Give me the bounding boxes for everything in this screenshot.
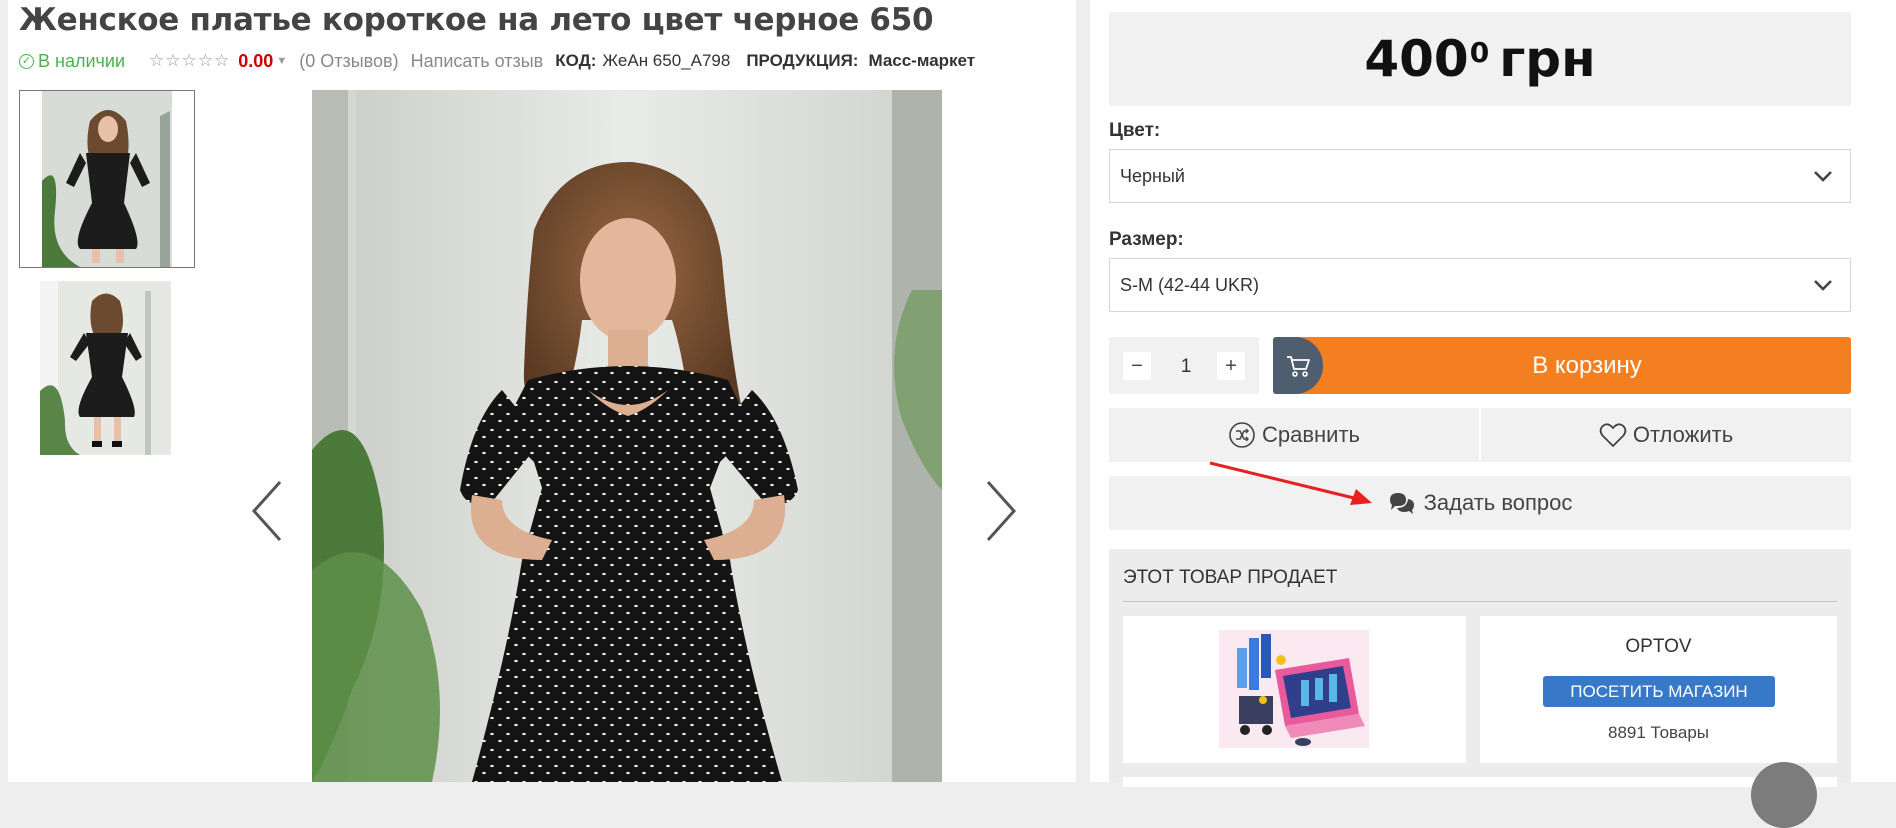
- seller-logo-card[interactable]: [1123, 616, 1466, 763]
- color-select-value: Черный: [1120, 165, 1185, 186]
- product-title: Женское платье короткое на лето цвет чер…: [19, 2, 934, 38]
- add-to-cart-button[interactable]: В корзину: [1273, 337, 1851, 394]
- gallery-next-button[interactable]: [980, 478, 1020, 544]
- star-outline-icon: ☆: [149, 51, 166, 70]
- quantity-decrease-button[interactable]: −: [1123, 352, 1151, 380]
- main-product-photo[interactable]: [312, 90, 942, 782]
- product-photo-image: [312, 90, 942, 782]
- rating-stars[interactable]: ☆☆☆☆☆: [149, 51, 230, 71]
- color-label: Цвет:: [1109, 120, 1161, 141]
- seller-info-card: OPTOV ПОСЕТИТЬ МАГАЗИН 8891 Товары: [1480, 616, 1837, 763]
- price-decimal: 0: [1469, 36, 1490, 69]
- quantity-input[interactable]: [1159, 352, 1213, 382]
- size-label: Размер:: [1109, 229, 1184, 250]
- thumbnail-front[interactable]: [19, 90, 195, 268]
- gallery-prev-button[interactable]: [248, 478, 288, 544]
- size-select[interactable]: S-M (42-44 UKR): [1109, 258, 1851, 312]
- rating-value[interactable]: 0.00: [238, 51, 273, 72]
- seller-next-card: [1123, 777, 1837, 787]
- shop-name[interactable]: OPTOV: [1480, 636, 1837, 658]
- write-review-link[interactable]: Написать отзыв: [411, 51, 544, 72]
- shuffle-icon: [1229, 422, 1255, 448]
- size-select-value: S-M (42-44 UKR): [1120, 274, 1260, 295]
- chevron-left-icon: [251, 480, 282, 542]
- star-outline-icon: ☆: [197, 51, 215, 70]
- wishlist-button[interactable]: Отложить: [1481, 408, 1851, 462]
- compare-button[interactable]: Сравнить: [1109, 408, 1479, 462]
- price-currency: грн: [1499, 30, 1596, 88]
- thumbnail-back[interactable]: [40, 281, 171, 455]
- chevron-down-icon: [1814, 280, 1832, 291]
- production-value[interactable]: Масс-маркет: [868, 51, 975, 71]
- shopping-cart-icon: [1287, 355, 1310, 377]
- chevron-right-icon: [986, 480, 1017, 542]
- stock-status: ✓ В наличии: [19, 51, 125, 72]
- heart-icon: [1599, 423, 1627, 447]
- code-label: КОД:: [555, 51, 597, 70]
- shop-product-count: 8891 Товары: [1607, 723, 1710, 742]
- chat-bubbles-icon: [1389, 493, 1414, 514]
- quantity-stepper: − +: [1109, 337, 1259, 394]
- check-circle-icon: ✓: [19, 53, 34, 69]
- visit-shop-button[interactable]: ПОСЕТИТЬ МАГАЗИН: [1543, 676, 1775, 707]
- price-box: 400 0 грн: [1109, 12, 1851, 106]
- compare-label: Сравнить: [1261, 422, 1361, 447]
- thumbnail-back-image: [40, 281, 171, 455]
- code-value: ЖеАн 650_А798: [602, 51, 731, 70]
- annotation-arrow-icon: [1209, 461, 1372, 505]
- scroll-to-top-button[interactable]: [1751, 762, 1817, 828]
- stock-status-label: В наличии: [38, 50, 126, 71]
- ask-question-label: Задать вопрос: [1423, 490, 1573, 515]
- product-meta-row: ✓ В наличии ☆☆☆☆☆ 0.00 ▼ (0 Отзывов) Нап…: [19, 49, 975, 73]
- seller-logo-image: [1219, 630, 1369, 748]
- quantity-increase-button[interactable]: +: [1217, 352, 1245, 380]
- star-outline-icon: ☆: [214, 51, 231, 70]
- color-select[interactable]: Черный: [1109, 149, 1851, 203]
- production-label: ПРОДУКЦИЯ:: [746, 51, 859, 70]
- seller-section-title: ЭТОТ ТОВАР ПРОДАЕТ: [1123, 567, 1338, 588]
- caret-down-icon[interactable]: ▼: [276, 55, 287, 67]
- thumbnail-front-image: [20, 91, 194, 267]
- wishlist-label: Отложить: [1632, 422, 1734, 447]
- star-outline-icon: ☆: [165, 51, 182, 70]
- reviews-link[interactable]: (0 Отзывов): [299, 51, 398, 72]
- chevron-down-icon: [1814, 171, 1832, 182]
- star-outline-icon: ☆: [181, 51, 198, 70]
- seller-divider: [1123, 601, 1837, 602]
- cart-icon-box: [1273, 337, 1323, 394]
- price-integer: 400: [1364, 30, 1469, 88]
- seller-section: ЭТОТ ТОВАР ПРОДАЕТ OPTOV ПОСЕТИТЬ МАГАЗИ…: [1109, 549, 1851, 787]
- add-to-cart-label: В корзину: [1532, 351, 1642, 379]
